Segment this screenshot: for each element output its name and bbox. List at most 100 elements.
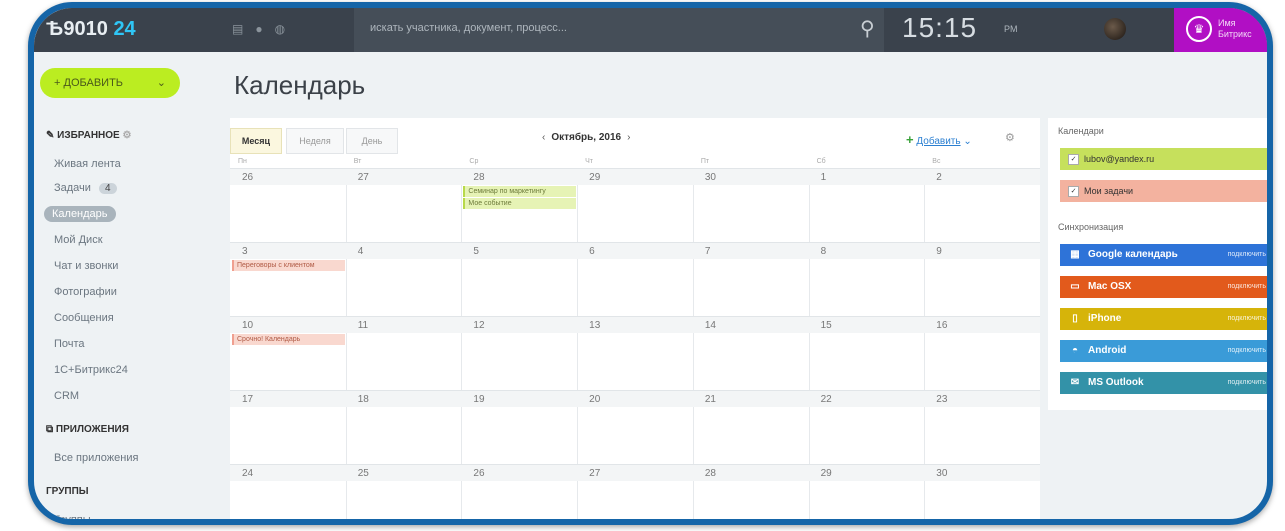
sidebar-item-groups[interactable]: Группы (54, 514, 91, 519)
day-number[interactable]: 1 (821, 172, 827, 183)
day-number[interactable]: 30 (936, 468, 947, 479)
day-number-row (230, 391, 1040, 407)
sidebar-item-photos[interactable]: Фотографии (54, 286, 117, 298)
plus-icon: + (54, 77, 61, 89)
day-number[interactable]: 30 (705, 172, 716, 183)
sync-item[interactable]: ◓ Android подключить (1060, 340, 1267, 362)
sidebar-item-disk[interactable]: Мой Диск (54, 234, 103, 246)
day-number[interactable]: 11 (358, 320, 368, 331)
day-number[interactable]: 28 (705, 468, 716, 479)
search-box[interactable]: искать участника, документ, процесс... (354, 8, 884, 52)
settings-icon[interactable]: ⚙ (123, 130, 132, 141)
weekday-label: Вт (353, 158, 362, 165)
calendar: Месяц Неделя День ‹ Октябрь, 2016 › + Доба… (230, 118, 1040, 519)
day-number[interactable]: 27 (358, 172, 369, 183)
tab-day[interactable]: День (346, 128, 398, 154)
calendar-event[interactable]: Семинар по маркетингу (463, 186, 577, 197)
day-number[interactable]: 21 (705, 394, 716, 405)
day-number[interactable]: 26 (242, 172, 253, 183)
sidebar-item-tasks[interactable]: Задачи 4 (54, 182, 117, 194)
day-number[interactable]: 13 (589, 320, 600, 331)
day-number-row (230, 169, 1040, 185)
day-number[interactable]: 12 (473, 320, 484, 331)
day-number[interactable]: 25 (358, 468, 369, 479)
day-number[interactable]: 29 (589, 172, 600, 183)
day-number[interactable]: 4 (358, 246, 364, 257)
user-menu[interactable]: ♛ Имя Битрикс (1174, 8, 1267, 52)
day-number[interactable]: 19 (473, 394, 484, 405)
connect-link[interactable]: подключить (1228, 244, 1266, 266)
weekday-label: Пн (238, 158, 247, 165)
day-number[interactable]: 2 (936, 172, 942, 183)
connect-link[interactable]: подключить (1228, 340, 1266, 362)
top-icons[interactable]: ▤●◍ (232, 22, 297, 36)
day-number[interactable]: 8 (821, 246, 827, 257)
gear-icon[interactable]: ⚙ (1005, 131, 1015, 144)
check-icon[interactable]: ✓ (1068, 186, 1079, 198)
sidebar-item-messages[interactable]: Сообщения (54, 312, 114, 324)
sidebar-item-bitrix[interactable]: 1С+Битрикс24 (54, 364, 128, 376)
logo[interactable]: Ѣ9010 24 (46, 18, 136, 41)
day-number[interactable]: 17 (242, 394, 253, 405)
sidebar-item-calendar[interactable]: Календарь (44, 206, 116, 222)
connect-link[interactable]: подключить (1228, 276, 1266, 298)
day-number[interactable]: 18 (358, 394, 369, 405)
sidebar-item-mail[interactable]: Почта (54, 338, 85, 350)
grid-icon[interactable]: ▤ (232, 22, 255, 36)
calendar-event[interactable]: Мое событие (463, 198, 577, 209)
check-icon[interactable]: ✓ (1068, 154, 1079, 166)
day-number[interactable]: 15 (821, 320, 832, 331)
bell-icon[interactable]: ● (255, 22, 274, 36)
day-number[interactable]: 10 (242, 320, 253, 331)
month-label[interactable]: Октябрь, 2016 (551, 132, 621, 143)
next-month-icon[interactable]: › (627, 132, 630, 143)
sidebar-item-all-apps[interactable]: Все приложения (54, 452, 138, 464)
day-number-row (230, 317, 1040, 333)
day-number[interactable]: 16 (936, 320, 947, 331)
sync-item[interactable]: ▯ iPhone подключить (1060, 308, 1267, 330)
sync-item[interactable]: ▦ Google календарь подключить (1060, 244, 1267, 266)
sidebar-item-feed[interactable]: Живая лента (54, 158, 121, 170)
day-number[interactable]: 29 (821, 468, 832, 479)
day-number[interactable]: 22 (821, 394, 832, 405)
connect-link[interactable]: подключить (1228, 372, 1266, 394)
day-number[interactable]: 6 (589, 246, 595, 257)
search-icon[interactable]: ⚲ (860, 16, 886, 42)
calendar-event[interactable]: Переговоры с клиентом (232, 260, 345, 271)
day-number[interactable]: 9 (936, 246, 942, 257)
sidebar-item-crm[interactable]: CRM (54, 390, 79, 402)
sync-item[interactable]: ▭ Mac OSX подключить (1060, 276, 1267, 298)
groups-section[interactable]: ГРУППЫ (46, 486, 89, 497)
calendar-add-button[interactable]: + Добавить ⌄ (906, 132, 972, 147)
day-number[interactable]: 26 (473, 468, 484, 479)
calendar-chip[interactable]: ✓ lubov@yandex.ru (1060, 148, 1267, 170)
weekday-label: Сб (816, 158, 826, 165)
day-number[interactable]: 24 (242, 468, 253, 479)
apps-section[interactable]: ⧉ ПРИЛОЖЕНИЯ (46, 424, 129, 435)
connect-link[interactable]: подключить (1228, 308, 1266, 330)
add-button[interactable]: + ДОБАВИТЬ ⌄ (40, 68, 180, 98)
day-number[interactable]: 5 (473, 246, 479, 257)
search-input[interactable]: искать участника, документ, процесс... (370, 22, 567, 34)
day-number[interactable]: 3 (242, 246, 248, 257)
weekday-header: Пн Вт Ср Чт Пт Сб Вс (230, 158, 1040, 168)
calendar-chip[interactable]: ✓ Мои задачи (1060, 180, 1267, 202)
day-number[interactable]: 27 (589, 468, 600, 479)
dashboard-icon[interactable]: ◍ (275, 22, 297, 36)
day-number[interactable]: 28 (473, 172, 484, 183)
prev-month-icon[interactable]: ‹ (542, 132, 545, 143)
clock-time[interactable]: 15:15 (902, 12, 977, 44)
day-number[interactable]: 23 (936, 394, 947, 405)
outlook-icon: ✉ (1070, 377, 1080, 388)
avatar[interactable] (1104, 18, 1126, 40)
day-number[interactable]: 7 (705, 246, 711, 257)
day-number[interactable]: 14 (705, 320, 716, 331)
sidebar-item-chat[interactable]: Чат и звонки (54, 260, 118, 272)
tab-week[interactable]: Неделя (286, 128, 344, 154)
tab-month[interactable]: Месяц (230, 128, 282, 154)
sync-item[interactable]: ✉ MS Outlook подключить (1060, 372, 1267, 394)
favorites-section[interactable]: ✎ ИЗБРАННОЕ ⚙ (46, 130, 131, 141)
calendar-event[interactable]: Срочно! Календарь (232, 334, 345, 345)
month-grid: 26 27 28 29 30 1 2 3 4 5 6 7 8 9 10 11 12 13 14 15 16 17 18 19 2… (230, 168, 1040, 519)
day-number[interactable]: 20 (589, 394, 600, 405)
